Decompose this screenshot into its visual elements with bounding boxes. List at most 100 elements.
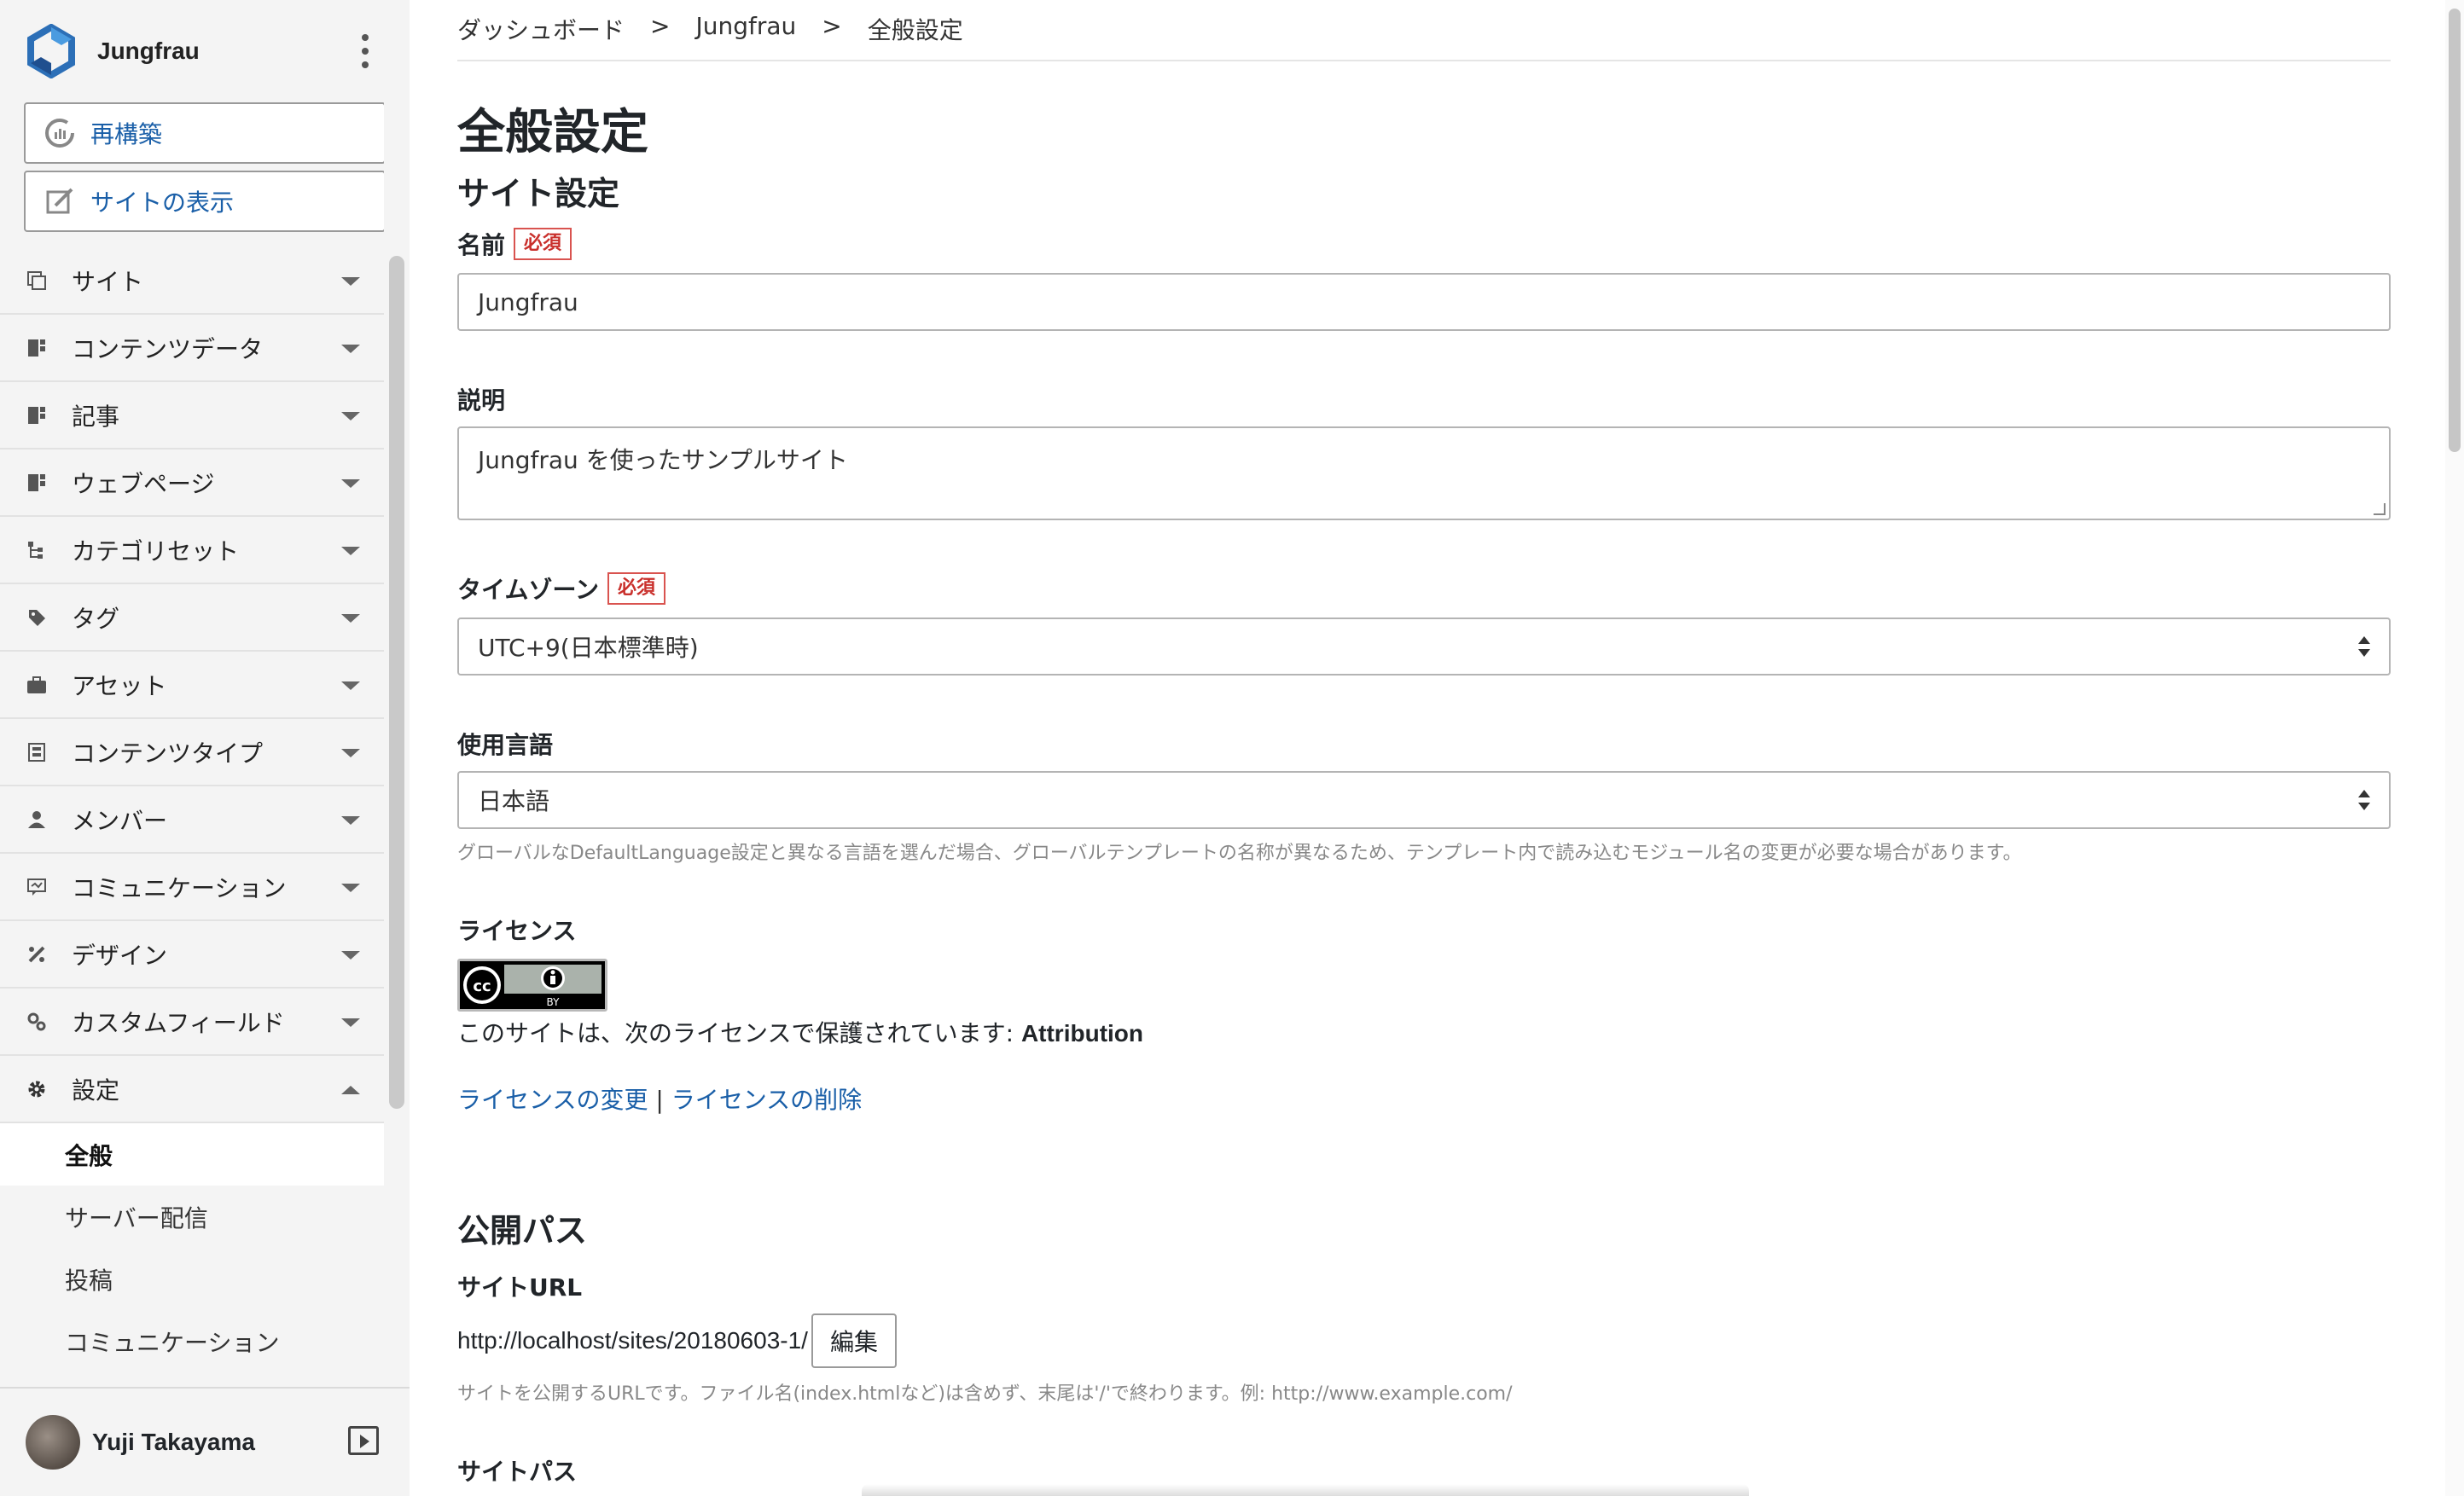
rebuild-label: 再構築 — [90, 120, 163, 148]
user-name[interactable]: Yuji Takayama — [92, 1429, 255, 1456]
sidebar-item-label: コミュニケーション — [72, 873, 287, 902]
sidebar-item-label: コンテンツデータ — [72, 334, 264, 363]
change-license-link[interactable]: ライセンスの変更 — [457, 1086, 648, 1114]
page-title: 全般設定 — [457, 105, 648, 160]
sidebar-item-content-data[interactable]: コンテンツデータ — [0, 315, 384, 382]
gear-icon — [26, 1078, 48, 1100]
site-url-value: http://localhost/sites/20180603-1/ — [457, 1327, 808, 1354]
view-site-button[interactable]: サイトの表示 — [24, 171, 384, 232]
timezone-select[interactable]: UTC+9(日本標準時) — [457, 618, 2391, 676]
sidebar: Jungfrau 再構築 サイトの表示 サイト コンテンツデータ 記事 ウェブペ… — [0, 0, 410, 1496]
sidebar-item-custom-field[interactable]: カスタムフィールド — [0, 989, 384, 1056]
avatar[interactable] — [26, 1415, 80, 1470]
site-name[interactable]: Jungfrau — [97, 38, 200, 65]
page-icon — [26, 472, 48, 494]
sidebar-item-content-type[interactable]: コンテンツタイプ — [0, 719, 384, 786]
entry-icon — [26, 404, 48, 426]
chevron-down-icon — [341, 345, 360, 353]
svg-text:cc: cc — [473, 977, 491, 995]
content-data-icon — [26, 337, 48, 359]
custom-field-icon — [26, 1011, 48, 1033]
license-label: ライセンス — [457, 917, 577, 945]
sidebar-item-member[interactable]: メンバー — [0, 786, 384, 854]
breadcrumb: ダッシュボード > Jungfrau > 全般設定 — [457, 12, 963, 46]
license-name: Attribution — [1020, 1020, 1143, 1047]
main-content: ダッシュボード > Jungfrau > 全般設定 全般設定 サイト設定 名前 … — [457, 0, 2391, 1496]
sidebar-item-design[interactable]: デザイン — [0, 921, 384, 989]
bottom-toolbar-edge — [862, 1484, 1749, 1496]
edit-site-url-button[interactable]: 編集 — [811, 1313, 897, 1368]
breadcrumb-site[interactable]: Jungfrau — [695, 12, 796, 46]
sidebar-item-label: カテゴリセット — [72, 536, 240, 565]
delete-license-link[interactable]: ライセンスの削除 — [671, 1086, 862, 1114]
sidebar-scrollbar[interactable] — [389, 256, 404, 1109]
category-set-icon — [26, 539, 48, 561]
site-logo-icon[interactable] — [24, 24, 78, 78]
rebuild-button[interactable]: 再構築 — [24, 102, 384, 164]
sidebar-item-settings[interactable]: 設定 — [0, 1056, 384, 1123]
sidebar-item-label: メンバー — [72, 806, 168, 835]
sidebar-item-label: デザイン — [72, 941, 168, 970]
chevron-down-icon — [341, 884, 360, 892]
site-icon — [26, 270, 48, 292]
chevron-down-icon — [341, 681, 360, 690]
site-url-hint: サイトを公開するURLです。ファイル名(index.htmlなど)は含めず、末尾… — [457, 1383, 1513, 1405]
link-separator: | — [648, 1086, 671, 1114]
sidebar-item-label: 記事 — [72, 402, 120, 431]
language-select[interactable]: 日本語 — [457, 771, 2391, 829]
sidebar-subitem-post[interactable]: 投稿 — [0, 1248, 384, 1310]
collapse-sidebar-icon[interactable] — [348, 1426, 379, 1455]
cc-by-license-icon: cc BY — [457, 959, 607, 1012]
communication-icon — [26, 876, 48, 898]
page-scrollbar-thumb[interactable] — [2449, 9, 2461, 452]
sidebar-item-asset[interactable]: アセット — [0, 652, 384, 719]
breadcrumb-dashboard[interactable]: ダッシュボード — [457, 12, 625, 46]
page-scrollbar[interactable] — [2445, 0, 2464, 1496]
view-site-label: サイトの表示 — [90, 188, 235, 217]
site-path-label: サイトパス — [457, 1458, 578, 1486]
timezone-label-text: タイムゾーン — [457, 576, 600, 604]
description-textarea-value: Jungfrau を使ったサンプルサイト — [478, 446, 848, 474]
sidebar-item-entry[interactable]: 記事 — [0, 382, 384, 449]
user-footer: Yuji Takayama — [0, 1387, 410, 1496]
license-text-prefix: このサイトは、次のライセンスで保護されています: — [457, 1019, 1021, 1047]
sidebar-item-category-set[interactable]: カテゴリセット — [0, 517, 384, 584]
site-header: Jungfrau — [0, 0, 384, 102]
name-input[interactable]: Jungfrau — [457, 273, 2391, 331]
sidebar-item-label: コンテンツタイプ — [72, 739, 264, 768]
section-heading-site-settings: サイト設定 — [457, 175, 620, 212]
description-textarea[interactable]: Jungfrau を使ったサンプルサイト — [457, 426, 2391, 520]
license-links: ライセンスの変更 | ライセンスの削除 — [457, 1081, 862, 1116]
chevron-down-icon — [341, 479, 360, 488]
sidebar-item-tag[interactable]: タグ — [0, 584, 384, 652]
breadcrumb-current: 全般設定 — [867, 16, 963, 44]
sidebar-item-label: タグ — [72, 604, 120, 633]
chevron-down-icon — [341, 951, 360, 960]
license-text: このサイトは、次のライセンスで保護されています: Attribution — [457, 1015, 1143, 1049]
sidebar-item-site[interactable]: サイト — [0, 247, 384, 315]
sidebar-item-label: カスタムフィールド — [72, 1008, 285, 1037]
more-menu-icon[interactable] — [357, 34, 374, 68]
timezone-label: タイムゾーン 必須 — [457, 571, 666, 606]
sidebar-item-label: 設定 — [72, 1076, 120, 1105]
name-input-value: Jungfrau — [478, 287, 578, 316]
name-label: 名前 必須 — [457, 227, 572, 261]
required-badge: 必須 — [514, 228, 572, 260]
sidebar-subitem-server-delivery[interactable]: サーバー配信 — [0, 1186, 384, 1248]
sidebar-item-label: サイト — [72, 267, 144, 296]
site-url-row: http://localhost/sites/20180603-1/ 編集 — [457, 1313, 897, 1368]
chevron-down-icon — [341, 1018, 360, 1027]
sidebar-subitem-general[interactable]: 全般 — [0, 1123, 384, 1186]
chevron-down-icon — [341, 749, 360, 757]
chevron-down-icon — [341, 816, 360, 825]
language-hint: グローバルなDefaultLanguage設定と異なる言語を選んだ場合、グローバ… — [457, 843, 2022, 864]
sidebar-item-communication[interactable]: コミュニケーション — [0, 854, 384, 921]
breadcrumb-separator: > — [650, 12, 671, 40]
breadcrumb-separator: > — [822, 12, 842, 40]
content-type-icon — [26, 741, 48, 763]
resize-handle-icon[interactable] — [2374, 503, 2386, 515]
sidebar-item-page[interactable]: ウェブページ — [0, 449, 384, 517]
sidebar-subitem-communication[interactable]: コミュニケーション — [0, 1310, 384, 1372]
site-url-label: サイトURL — [457, 1273, 583, 1302]
chevron-down-icon — [341, 547, 360, 555]
